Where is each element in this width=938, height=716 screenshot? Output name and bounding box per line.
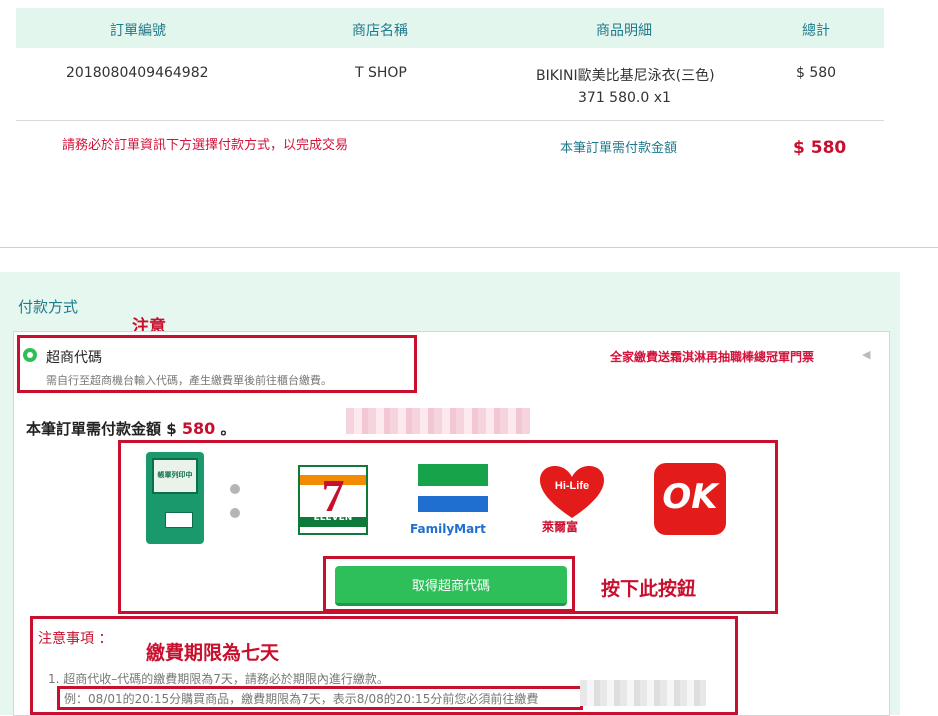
redacted-area — [580, 680, 706, 706]
amount-value: 580 — [181, 419, 216, 438]
promo-link[interactable]: 全家繳費送霜淇淋再抽職棒總冠軍門票 — [610, 348, 814, 365]
header-store: 商店名稱 — [352, 23, 408, 39]
header-order-no: 訂單編號 — [110, 23, 166, 39]
annotation-deadline: 繳費期限為七天 — [146, 642, 280, 664]
payment-warning: 請務必於訂單資訊下方選擇付款方式，以完成交易 — [62, 138, 349, 153]
annotation-box-button — [323, 556, 575, 612]
order-total: $ 580 — [796, 65, 837, 81]
item-price-qty: 371 580.0 x1 — [578, 90, 671, 106]
payment-title: 付款方式 — [18, 298, 79, 316]
note-item-1: 1. 超商代收–代碼的繳費期限為7天，請務必於期限內進行繳款。 — [48, 672, 389, 686]
annotation-press-button: 按下此按鈕 — [601, 578, 697, 600]
store-name: T SHOP — [355, 65, 407, 81]
amount-suffix: 。 — [220, 420, 236, 438]
amount-line: 本筆訂單需付款金額 $ 580 。 — [26, 418, 236, 439]
annotation-box-method — [17, 335, 417, 393]
item-name: BIKINI歐美比基尼泳衣(三色) — [536, 68, 715, 84]
collapse-arrow-icon[interactable]: ◀ — [862, 348, 870, 361]
order-number: 2018080409464982 — [66, 65, 209, 81]
section-divider — [0, 247, 938, 248]
header-item: 商品明細 — [596, 23, 652, 39]
annotation-box-example — [57, 686, 583, 710]
due-label: 本筆訂單需付款金額 — [560, 141, 678, 156]
amount-prefix: 本筆訂單需付款金額 $ — [26, 420, 177, 438]
header-total: 總計 — [802, 23, 830, 39]
row-divider — [16, 120, 884, 121]
notes-title: 注意事項 ： — [38, 631, 113, 647]
redacted-area — [346, 408, 530, 434]
due-amount: $ 580 — [793, 138, 847, 158]
